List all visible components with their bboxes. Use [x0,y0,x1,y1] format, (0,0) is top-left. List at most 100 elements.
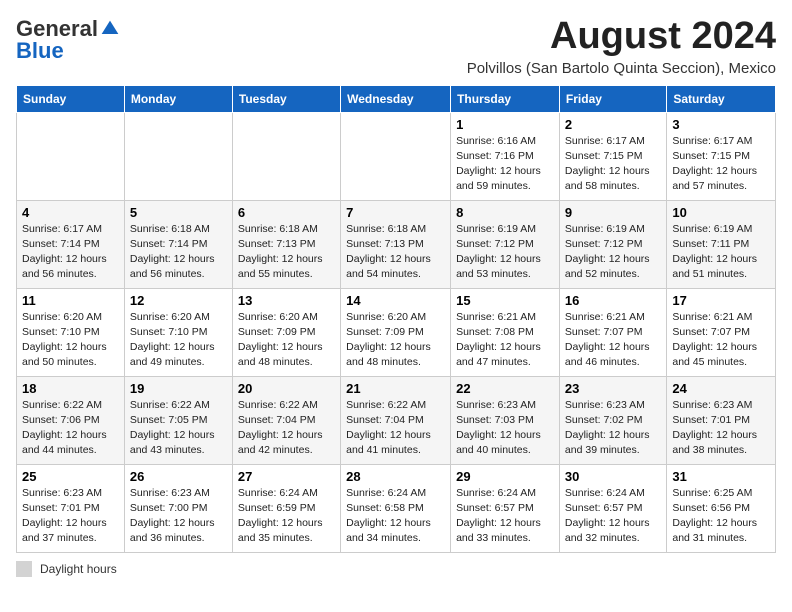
calendar-cell: 24 Sunrise: 6:23 AM Sunset: 7:01 PM Dayli… [667,376,776,464]
day-number: 13 [238,293,335,308]
day-of-week-header: SundayMondayTuesdayWednesdayThursdayFrid… [17,85,776,112]
calendar-cell: 22 Sunrise: 6:23 AM Sunset: 7:03 PM Dayli… [451,376,560,464]
day-number: 23 [565,381,661,396]
day-detail: Sunrise: 6:19 AM Sunset: 7:12 PM Dayligh… [456,222,554,283]
day-detail: Sunrise: 6:22 AM Sunset: 7:04 PM Dayligh… [346,398,445,459]
day-number: 6 [238,205,335,220]
calendar-week-2: 4Sunrise: 6:17 AM Sunset: 7:14 PM Daylig… [17,200,776,288]
day-detail: Sunrise: 6:19 AM Sunset: 7:12 PM Dayligh… [565,222,661,283]
day-detail: Sunrise: 6:23 AM Sunset: 7:00 PM Dayligh… [130,486,227,547]
calendar-cell: 31 Sunrise: 6:25 AM Sunset: 6:56 PM Dayli… [667,464,776,552]
day-number: 29 [456,469,554,484]
calendar-cell: 23 Sunrise: 6:23 AM Sunset: 7:02 PM Dayli… [559,376,666,464]
day-detail: Sunrise: 6:22 AM Sunset: 7:04 PM Dayligh… [238,398,335,459]
main-title: August 2024 [467,16,776,58]
calendar-cell: 7 Sunrise: 6:18 AM Sunset: 7:13 PM Daylig… [341,200,451,288]
subtitle: Polvillos (San Bartolo Quinta Seccion), … [467,60,776,77]
day-detail: Sunrise: 6:18 AM Sunset: 7:14 PM Dayligh… [130,222,227,283]
footer-color-box [16,561,32,577]
logo-icon [100,19,120,39]
day-detail: Sunrise: 6:23 AM Sunset: 7:03 PM Dayligh… [456,398,554,459]
day-detail: Sunrise: 6:20 AM Sunset: 7:09 PM Dayligh… [238,310,335,371]
calendar-table: SundayMondayTuesdayWednesdayThursdayFrid… [16,85,776,553]
day-detail: Sunrise: 6:16 AM Sunset: 7:16 PM Dayligh… [456,134,554,195]
day-detail: Sunrise: 6:21 AM Sunset: 7:07 PM Dayligh… [565,310,661,371]
day-detail: Sunrise: 6:19 AM Sunset: 7:11 PM Dayligh… [672,222,770,283]
day-detail: Sunrise: 6:23 AM Sunset: 7:01 PM Dayligh… [22,486,119,547]
calendar-week-1: 1Sunrise: 6:16 AM Sunset: 7:16 PM Daylig… [17,112,776,200]
calendar-cell: 9Sunrise: 6:19 AM Sunset: 7:12 PM Daylig… [559,200,666,288]
col-header-thursday: Thursday [451,85,560,112]
calendar-cell: 19Sunrise: 6:22 AM Sunset: 7:05 PM Dayli… [124,376,232,464]
day-number: 11 [22,293,119,308]
calendar-cell: 21 Sunrise: 6:22 AM Sunset: 7:04 PM Dayli… [341,376,451,464]
day-detail: Sunrise: 6:21 AM Sunset: 7:07 PM Dayligh… [672,310,770,371]
calendar-cell: 29 Sunrise: 6:24 AM Sunset: 6:57 PM Dayli… [451,464,560,552]
col-header-saturday: Saturday [667,85,776,112]
calendar-cell: 25Sunrise: 6:23 AM Sunset: 7:01 PM Dayli… [17,464,125,552]
logo-blue-text: Blue [16,38,64,64]
calendar-cell: 12 Sunrise: 6:20 AM Sunset: 7:10 PM Dayli… [124,288,232,376]
day-number: 5 [130,205,227,220]
footer-note: Daylight hours [16,561,776,577]
calendar-cell: 26 Sunrise: 6:23 AM Sunset: 7:00 PM Dayli… [124,464,232,552]
day-number: 17 [672,293,770,308]
day-detail: Sunrise: 6:17 AM Sunset: 7:15 PM Dayligh… [672,134,770,195]
calendar-cell: 18 Sunrise: 6:22 AM Sunset: 7:06 PM Dayli… [17,376,125,464]
calendar-cell [17,112,125,200]
day-number: 21 [346,381,445,396]
day-number: 31 [672,469,770,484]
day-number: 20 [238,381,335,396]
page-header: General Blue August 2024 Polvillos (San … [16,16,776,77]
calendar-cell: 15Sunrise: 6:21 AM Sunset: 7:08 PM Dayli… [451,288,560,376]
calendar-cell: 14 Sunrise: 6:20 AM Sunset: 7:09 PM Dayli… [341,288,451,376]
day-number: 18 [22,381,119,396]
calendar-cell [124,112,232,200]
calendar-cell [232,112,340,200]
day-number: 24 [672,381,770,396]
day-number: 30 [565,469,661,484]
calendar-cell: 6 Sunrise: 6:18 AM Sunset: 7:13 PM Daylig… [232,200,340,288]
day-detail: Sunrise: 6:23 AM Sunset: 7:01 PM Dayligh… [672,398,770,459]
day-number: 8 [456,205,554,220]
calendar-week-3: 11 Sunrise: 6:20 AM Sunset: 7:10 PM Dayli… [17,288,776,376]
day-detail: Sunrise: 6:25 AM Sunset: 6:56 PM Dayligh… [672,486,770,547]
calendar-cell: 4Sunrise: 6:17 AM Sunset: 7:14 PM Daylig… [17,200,125,288]
day-detail: Sunrise: 6:18 AM Sunset: 7:13 PM Dayligh… [346,222,445,283]
day-number: 16 [565,293,661,308]
calendar-cell: 30Sunrise: 6:24 AM Sunset: 6:57 PM Dayli… [559,464,666,552]
day-number: 2 [565,117,661,132]
calendar-cell: 20 Sunrise: 6:22 AM Sunset: 7:04 PM Dayli… [232,376,340,464]
day-detail: Sunrise: 6:17 AM Sunset: 7:15 PM Dayligh… [565,134,661,195]
calendar-cell [341,112,451,200]
day-number: 22 [456,381,554,396]
calendar-cell: 8 Sunrise: 6:19 AM Sunset: 7:12 PM Daylig… [451,200,560,288]
day-detail: Sunrise: 6:23 AM Sunset: 7:02 PM Dayligh… [565,398,661,459]
day-number: 15 [456,293,554,308]
day-number: 7 [346,205,445,220]
day-number: 10 [672,205,770,220]
calendar-cell: 2 Sunrise: 6:17 AM Sunset: 7:15 PM Daylig… [559,112,666,200]
day-number: 4 [22,205,119,220]
day-number: 12 [130,293,227,308]
calendar-cell: 27Sunrise: 6:24 AM Sunset: 6:59 PM Dayli… [232,464,340,552]
day-detail: Sunrise: 6:24 AM Sunset: 6:58 PM Dayligh… [346,486,445,547]
day-detail: Sunrise: 6:20 AM Sunset: 7:10 PM Dayligh… [130,310,227,371]
title-block: August 2024 Polvillos (San Bartolo Quint… [467,16,776,77]
day-detail: Sunrise: 6:18 AM Sunset: 7:13 PM Dayligh… [238,222,335,283]
day-detail: Sunrise: 6:24 AM Sunset: 6:59 PM Dayligh… [238,486,335,547]
calendar-week-5: 25Sunrise: 6:23 AM Sunset: 7:01 PM Dayli… [17,464,776,552]
calendar-cell: 13 Sunrise: 6:20 AM Sunset: 7:09 PM Dayli… [232,288,340,376]
day-detail: Sunrise: 6:22 AM Sunset: 7:06 PM Dayligh… [22,398,119,459]
col-header-tuesday: Tuesday [232,85,340,112]
logo: General Blue [16,16,120,64]
col-header-monday: Monday [124,85,232,112]
calendar-week-4: 18 Sunrise: 6:22 AM Sunset: 7:06 PM Dayli… [17,376,776,464]
day-number: 14 [346,293,445,308]
day-detail: Sunrise: 6:20 AM Sunset: 7:09 PM Dayligh… [346,310,445,371]
calendar-cell: 10 Sunrise: 6:19 AM Sunset: 7:11 PM Dayli… [667,200,776,288]
day-number: 26 [130,469,227,484]
calendar-cell: 1Sunrise: 6:16 AM Sunset: 7:16 PM Daylig… [451,112,560,200]
footer-label: Daylight hours [40,562,117,576]
day-detail: Sunrise: 6:24 AM Sunset: 6:57 PM Dayligh… [456,486,554,547]
